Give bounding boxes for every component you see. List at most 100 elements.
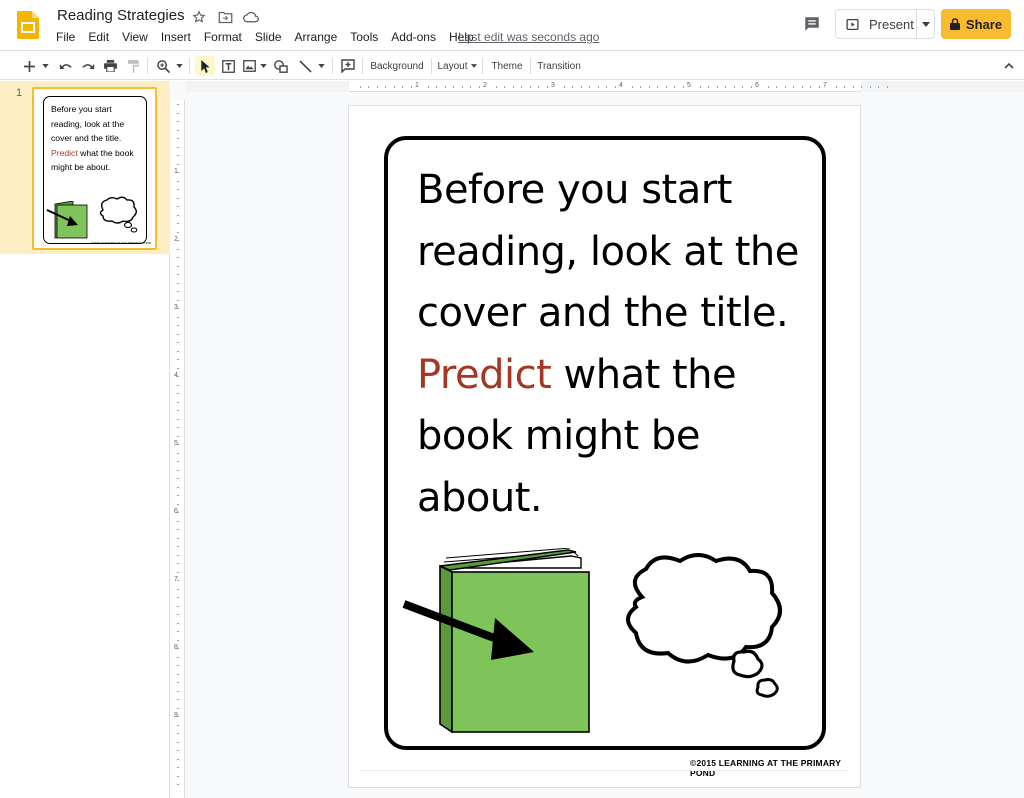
document-title[interactable]: Reading Strategies: [57, 7, 185, 24]
ruler-tick: [861, 86, 862, 88]
star-icon[interactable]: [190, 8, 208, 26]
ruler-tick: [376, 86, 378, 88]
ruler-tick: [177, 367, 179, 369]
last-edit-link[interactable]: Last edit was seconds ago: [458, 30, 599, 44]
slide-filmstrip: 1 Before you start reading, look at the …: [0, 81, 170, 798]
present-label: Present: [869, 16, 914, 32]
filmstrip-slide-1[interactable]: 1 Before you start reading, look at the …: [0, 81, 170, 254]
paint-format-icon[interactable]: [124, 56, 142, 76]
ruler-tick: [767, 86, 769, 88]
present-dropdown-button[interactable]: [916, 10, 934, 38]
comment-add-icon[interactable]: [338, 56, 358, 76]
ruler-tick: [177, 503, 179, 505]
ruler-tick: [177, 316, 179, 318]
ruler-tick: [495, 86, 497, 88]
ruler-tick: [177, 597, 179, 598]
slide-thumbnail[interactable]: Before you start reading, look at the co…: [32, 87, 157, 250]
comments-icon[interactable]: [801, 13, 823, 35]
caret-down-icon: [921, 21, 930, 27]
layout-button[interactable]: Layout: [436, 56, 478, 76]
ruler-tick: [177, 223, 179, 224]
thumbnail-credit: ©2015 LEARNING AT THE PRIMARY POND: [91, 241, 151, 245]
ruler-tick: [177, 248, 179, 250]
line-dropdown-icon[interactable]: [316, 56, 326, 76]
menu-add-ons[interactable]: Add-ons: [391, 30, 436, 44]
image-dropdown-icon[interactable]: [258, 56, 268, 76]
ruler-tick: [177, 571, 179, 573]
ruler-tick: [177, 265, 179, 267]
theme-button[interactable]: Theme: [488, 56, 526, 76]
new-slide-icon[interactable]: [20, 56, 38, 76]
ruler-number: 6: [174, 508, 178, 515]
menu-format[interactable]: Format: [204, 30, 242, 44]
vertical-ruler[interactable]: 1 2 3 4 5 6 7 8 9: [171, 100, 185, 798]
layout-dropdown-icon: [470, 64, 477, 68]
ruler-tick: [878, 86, 879, 88]
menu-edit[interactable]: Edit: [88, 30, 109, 44]
ruler-tick: [177, 350, 179, 352]
print-icon[interactable]: [101, 56, 119, 76]
menu-slide[interactable]: Slide: [255, 30, 282, 44]
ruler-tick: [818, 86, 820, 88]
ruler-tick: [742, 86, 743, 88]
thought-bubble-icon[interactable]: [622, 553, 792, 707]
slides-logo-icon[interactable]: [17, 11, 39, 39]
ruler-tick: [177, 359, 179, 360]
copyright-credit: ©2015 LEARNING AT THE PRIMARY POND: [690, 758, 841, 778]
new-slide-dropdown-icon[interactable]: [40, 56, 50, 76]
redo-icon[interactable]: [79, 56, 97, 76]
ruler-tick: [177, 121, 179, 122]
ruler-tick: [177, 554, 179, 556]
ruler-tick: [177, 673, 179, 675]
menu-insert[interactable]: Insert: [161, 30, 191, 44]
ruler-tick: [810, 86, 811, 88]
transition-button[interactable]: Transition: [535, 56, 583, 76]
image-icon[interactable]: [240, 56, 258, 76]
ruler-tick: [580, 86, 582, 88]
ruler-tick: [427, 86, 429, 88]
ruler-tick: [177, 486, 179, 488]
ruler-number: 2: [174, 236, 178, 243]
ruler-tick: [177, 724, 179, 726]
menu-arrange[interactable]: Arrange: [295, 30, 338, 44]
ruler-tick: [657, 86, 658, 88]
present-button[interactable]: Present: [836, 10, 916, 38]
cloud-saved-icon[interactable]: [242, 8, 260, 26]
ruler-tick: [177, 461, 179, 462]
ruler-tick: [631, 86, 633, 88]
ruler-tick: [177, 750, 179, 751]
collapse-toolbar-icon[interactable]: [1000, 56, 1018, 76]
ruler-number: 4: [174, 372, 178, 379]
ruler-number: 4: [619, 82, 623, 89]
ruler-tick: [801, 86, 803, 88]
text-box-icon[interactable]: [219, 56, 237, 76]
zoom-dropdown-icon[interactable]: [174, 56, 184, 76]
ruler-tick: [177, 282, 179, 284]
line-icon[interactable]: [296, 56, 314, 76]
ruler-tick: [177, 146, 179, 148]
zoom-icon[interactable]: [154, 56, 172, 76]
ruler-tick: [368, 86, 369, 88]
select-cursor-icon[interactable]: [195, 56, 215, 76]
horizontal-ruler[interactable]: 1 2 3 4 5 6 7: [349, 81, 888, 92]
menu-file[interactable]: File: [56, 30, 75, 44]
ruler-tick: [177, 435, 179, 437]
slide-1[interactable]: Before you start reading, look at the co…: [348, 105, 861, 788]
ruler-tick: [177, 384, 179, 386]
undo-icon[interactable]: [56, 56, 74, 76]
ruler-tick: [470, 86, 471, 88]
menu-view[interactable]: View: [122, 30, 148, 44]
move-to-folder-icon[interactable]: [216, 8, 234, 26]
menu-tools[interactable]: Tools: [350, 30, 378, 44]
slide-body-text[interactable]: Before you start reading, look at the co…: [417, 160, 807, 529]
background-button[interactable]: Background: [368, 56, 426, 76]
ruler-tick: [177, 401, 179, 403]
shape-icon[interactable]: [272, 56, 290, 76]
book-icon[interactable]: [400, 548, 596, 733]
slide-number: 1: [16, 87, 23, 99]
share-button[interactable]: Share: [941, 9, 1011, 39]
ruler-tick: [177, 180, 179, 182]
ruler-tick: [177, 197, 179, 199]
ruler-tick: [177, 690, 179, 692]
ruler-tick: [640, 86, 641, 88]
